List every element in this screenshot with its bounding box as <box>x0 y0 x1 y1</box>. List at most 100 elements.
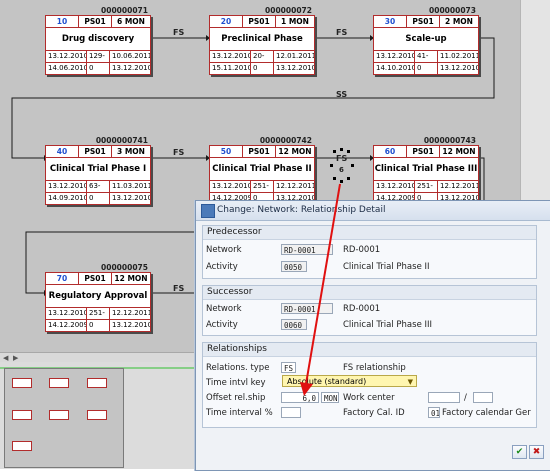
duration: 12 MON <box>442 147 476 156</box>
scroll-left-icon[interactable]: ◀ <box>3 354 8 362</box>
free-float: 63- <box>87 181 110 192</box>
activity-number: 000000071 <box>101 6 148 15</box>
time-interval-key-dropdown[interactable]: Absolute (standard) ▼ <box>282 375 417 387</box>
activity-description: Clinical Trial Phase II <box>343 262 430 272</box>
time-interval-percent-field[interactable] <box>281 407 301 418</box>
earliest-start: 13.12.2010 <box>376 51 415 62</box>
work-center: PS01 <box>79 146 112 157</box>
free-float: 41- <box>415 51 438 62</box>
overview-activity <box>12 410 32 420</box>
relationship-label[interactable]: FS <box>173 284 184 293</box>
activity-label: Activity <box>206 320 238 330</box>
free-float: 20- <box>251 51 274 62</box>
operation-number: 30 <box>374 16 407 27</box>
network-label: Network <box>206 304 242 314</box>
duration: 3 MON <box>117 147 145 156</box>
operation-number: 40 <box>46 146 79 157</box>
latest-finish: 13.12.2010 <box>112 194 150 202</box>
activity-label: Activity <box>206 262 238 272</box>
duration: 2 MON <box>445 17 473 26</box>
operation-number: 60 <box>374 146 407 157</box>
relation-type-label: Relations. type <box>206 363 270 373</box>
activity-box[interactable]: 000000073 30 PS01 2 MON Scale-up 13.12.2010 41… <box>373 6 479 75</box>
earliest-start: 13.12.2010 <box>212 51 251 62</box>
operation-number: 10 <box>46 16 79 27</box>
activity-number: 0000000742 <box>259 136 312 145</box>
activity-box[interactable]: 0000000741 40 PS01 3 MON Clinical Trial Phas… <box>45 136 151 205</box>
activity-name: Clinical Trial Phase I <box>46 158 150 181</box>
activity-name: Clinical Trial Phase III <box>374 158 478 181</box>
group-title: Relationships <box>203 343 536 357</box>
activity-number: 0000000741 <box>95 136 148 145</box>
activity-box[interactable]: 000000072 20 PS01 1 MON Preclinical Phase 13.… <box>209 6 315 75</box>
earliest-start: 13.12.2010 <box>376 181 415 192</box>
successor-activity-field[interactable]: 0060 <box>281 319 307 330</box>
selected-relationship-label[interactable]: FS <box>336 154 347 163</box>
successor-network-field[interactable]: RD-0001 <box>281 303 333 314</box>
activity-box[interactable]: 0000000743 60 PS01 12 MON Clinical Trial Pha… <box>373 136 479 205</box>
sap-window-icon <box>201 204 215 218</box>
latest-finish: 13.12.2010 <box>112 321 150 329</box>
operation-number: 70 <box>46 273 79 284</box>
relationship-label[interactable]: FS <box>336 28 347 37</box>
overview-activity <box>49 378 69 388</box>
dialog-title-bar[interactable]: Change: Network: Relationship Detail <box>196 201 550 221</box>
duration: 12 MON <box>114 274 148 283</box>
plant-field[interactable] <box>473 392 493 403</box>
group-title: Predecessor <box>203 226 536 240</box>
earliest-start: 13.12.2010 <box>212 181 251 192</box>
relationship-label[interactable]: FS <box>173 148 184 157</box>
predecessor-activity-field[interactable]: 0050 <box>281 261 307 272</box>
activity-number: 0000000743 <box>423 136 476 145</box>
free-float: 251- <box>415 181 438 192</box>
relationship-label[interactable]: SS <box>336 90 347 99</box>
earliest-finish: 11.03.2011 <box>112 182 150 190</box>
latest-start: 14.06.2010 <box>48 63 87 74</box>
overview-activity <box>87 410 107 420</box>
cancel-button[interactable]: ✖ <box>529 445 544 459</box>
work-center-label: Work center <box>343 393 395 403</box>
factory-calendar-field[interactable]: 01 <box>428 407 440 418</box>
latest-finish: 13.12.2010 <box>440 64 478 72</box>
activity-box[interactable]: 0000000742 50 PS01 12 MON Clinical Trial Pha… <box>209 136 315 205</box>
activity-box[interactable]: 000000075 70 PS01 12 MON Regulatory Approval… <box>45 263 151 332</box>
earliest-finish: 11.02.2011 <box>440 52 478 60</box>
relationship-label[interactable]: FS <box>173 28 184 37</box>
offset-unit-field[interactable]: MON <box>321 392 339 403</box>
latest-start: 15.11.2010 <box>212 63 251 74</box>
free-float: 129- <box>87 51 110 62</box>
activity-description: Clinical Trial Phase III <box>343 320 433 330</box>
overview-activity <box>49 410 69 420</box>
earliest-start: 13.12.2010 <box>48 51 87 62</box>
activity-name: Drug discovery <box>46 28 150 51</box>
latest-start: 14.10.2010 <box>376 63 415 74</box>
predecessor-network-field[interactable]: RD-0001 <box>281 244 333 255</box>
latest-finish: 13.12.2010 <box>276 64 314 72</box>
work-center: PS01 <box>407 16 440 27</box>
factory-calendar-description: Factory calendar Ger <box>442 408 531 418</box>
time-interval-key-label: Time intvl key <box>206 378 266 388</box>
operation-number: 50 <box>210 146 243 157</box>
confirm-button[interactable]: ✔ <box>512 445 527 459</box>
activity-number: 000000075 <box>101 263 148 272</box>
dropdown-arrow-icon[interactable]: ▼ <box>408 376 413 388</box>
work-center-separator: / <box>464 393 467 403</box>
duration: 6 MON <box>117 17 145 26</box>
work-center: PS01 <box>243 146 276 157</box>
total-float: 0 <box>87 63 110 74</box>
free-float: 251- <box>251 181 274 192</box>
offset-label: Offset rel.ship <box>206 393 266 403</box>
activity-number: 000000073 <box>429 6 476 15</box>
operation-number: 20 <box>210 16 243 27</box>
total-float: 0 <box>87 320 110 331</box>
overview-navigator[interactable] <box>0 362 195 469</box>
earliest-finish: 12.12.2011 <box>440 182 478 190</box>
work-center-field[interactable] <box>428 392 460 403</box>
overview-activity <box>12 441 32 451</box>
scroll-right-icon[interactable]: ▶ <box>13 354 18 362</box>
relation-type-field[interactable]: FS <box>281 362 296 373</box>
offset-field[interactable]: 6,0 <box>281 392 319 403</box>
duration: 12 MON <box>278 147 312 156</box>
network-description: RD-0001 <box>343 304 381 314</box>
activity-box[interactable]: 000000071 10 PS01 6 MON Drug discovery 13.12.… <box>45 6 151 75</box>
